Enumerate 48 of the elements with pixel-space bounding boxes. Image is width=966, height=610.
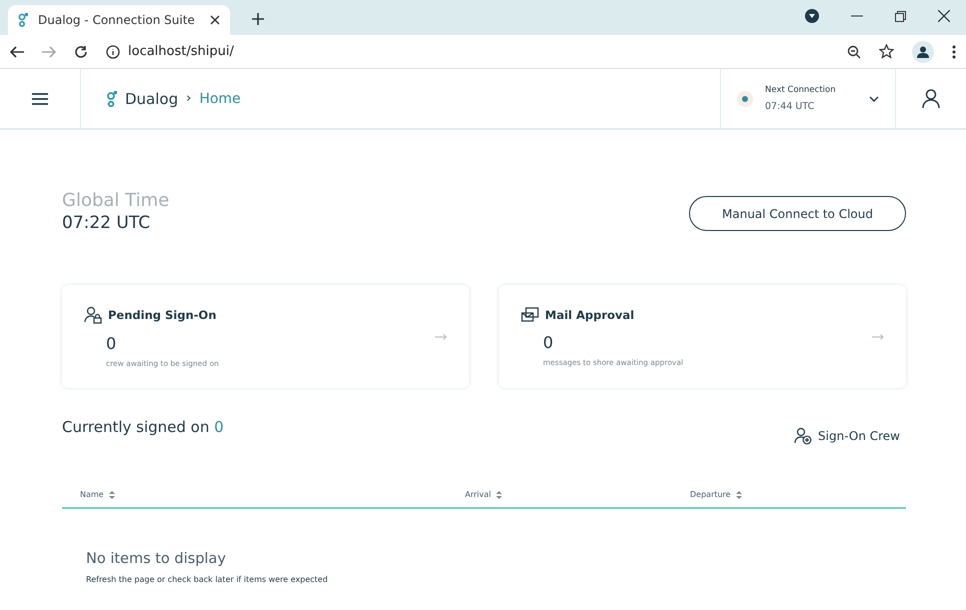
minimize-icon[interactable] [851, 15, 863, 17]
more-icon[interactable] [952, 44, 956, 58]
chevron-down-icon[interactable] [869, 96, 879, 102]
column-header[interactable]: Arrival [465, 490, 491, 499]
star-icon[interactable] [879, 44, 894, 59]
download-icon[interactable] [805, 9, 819, 23]
person-lock-icon [84, 306, 102, 324]
column-header[interactable]: Departure [690, 490, 731, 499]
logo-icon [18, 13, 28, 27]
logo-icon [107, 90, 117, 106]
sign-on-button[interactable]: Sign-On Crew [788, 426, 906, 446]
breadcrumb-page[interactable]: Home [199, 90, 241, 106]
global-time: 07:22 UTC [62, 213, 152, 233]
card-count: 0 [543, 332, 554, 352]
zoom-out-icon[interactable] [847, 44, 861, 58]
empty-hint: Refresh the page or check back later if items were expected [86, 575, 329, 584]
info-icon[interactable] [106, 44, 120, 58]
section-title: Currently signed on 0 [62, 418, 224, 438]
sort-icon[interactable] [496, 490, 502, 498]
close-icon[interactable] [938, 10, 950, 22]
back-icon[interactable] [10, 46, 24, 58]
card-title: Pending Sign-On [108, 308, 216, 322]
menu-icon[interactable] [32, 92, 48, 104]
browser-tab[interactable]: Dualog - Connection Suite [8, 5, 230, 35]
reload-icon[interactable] [74, 44, 88, 58]
column-header[interactable]: Name [80, 490, 104, 499]
status-indicator [737, 90, 753, 106]
next-connection-label: Next Connection [765, 85, 837, 95]
address-field[interactable]: localhost/shipui/ [128, 44, 234, 59]
new-tab-icon[interactable] [252, 13, 264, 25]
profile-avatar[interactable] [912, 40, 934, 62]
mail-icon [521, 306, 539, 322]
sort-icon[interactable] [108, 490, 115, 498]
card-count: 0 [106, 334, 118, 352]
user-icon[interactable] [922, 89, 940, 108]
arrow-icon [872, 334, 884, 340]
next-connection-time: 07:44 UTC [765, 101, 816, 112]
person-add-icon [794, 427, 812, 445]
arrow-icon [435, 334, 447, 340]
breadcrumb-separator: › [186, 91, 192, 106]
sort-icon[interactable] [736, 490, 742, 498]
brand-name[interactable]: Dualog [125, 90, 178, 108]
connect-button[interactable]: Manual Connect to Cloud [689, 196, 906, 231]
restore-icon[interactable] [895, 10, 906, 22]
close-icon[interactable] [210, 15, 220, 25]
card-title: Mail Approval [545, 308, 634, 322]
global-time-label: Global Time [62, 190, 170, 211]
empty-title: No items to display [86, 551, 227, 567]
